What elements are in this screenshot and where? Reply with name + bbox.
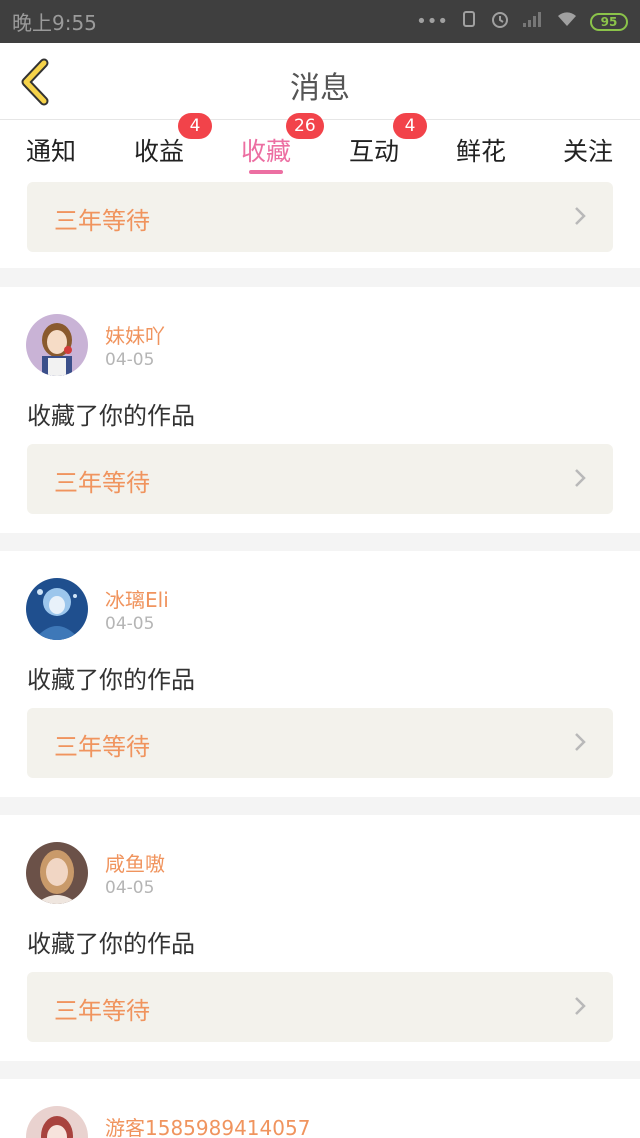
- status-time: 晚上9:55: [12, 11, 97, 35]
- active-tab-indicator: [249, 170, 283, 174]
- work-link[interactable]: 三年等待: [27, 972, 613, 1042]
- earnings-badge: 4: [178, 113, 212, 139]
- action-text: 收藏了你的作品: [27, 666, 195, 694]
- chevron-right-icon: [575, 207, 586, 225]
- tab-interaction[interactable]: 互动: [349, 132, 399, 168]
- avatar[interactable]: [26, 578, 88, 640]
- list-item: 妹妹吖 04-05 收藏了你的作品 三年等待: [0, 287, 640, 533]
- date-label: 04-05: [105, 614, 155, 634]
- work-link[interactable]: 三年等待: [27, 708, 613, 778]
- wifi-icon: [556, 10, 578, 33]
- action-text: 收藏了你的作品: [27, 402, 195, 430]
- work-link[interactable]: 三年等待: [27, 182, 613, 252]
- avatar[interactable]: [26, 1106, 88, 1138]
- notification-list[interactable]: 三年等待 妹妹吖 04-05 收藏了你的作品 三年等待 冰璃Eli 04-05 …: [0, 178, 640, 1138]
- status-bar: 晚上9:55 ••• 95: [0, 0, 640, 43]
- work-link[interactable]: 三年等待: [27, 444, 613, 514]
- chevron-right-icon: [575, 733, 586, 751]
- interaction-badge: 4: [393, 113, 427, 139]
- tab-bar: 通知 收益 4 收藏 26 互动 4 鲜花 关注: [0, 113, 640, 178]
- list-item: 咸鱼嗷 04-05 收藏了你的作品 三年等待: [0, 815, 640, 1061]
- tab-flowers[interactable]: 鲜花: [456, 132, 506, 168]
- favorites-badge: 26: [286, 113, 324, 139]
- tab-notice[interactable]: 通知: [26, 132, 76, 168]
- tab-favorites[interactable]: 收藏: [241, 132, 291, 168]
- work-title: 三年等待: [54, 733, 150, 761]
- list-item: 游客1585989414057: [0, 1079, 640, 1138]
- list-item: 三年等待: [0, 178, 640, 268]
- battery-icon: 95: [590, 12, 628, 31]
- more-dots-icon: •••: [416, 11, 448, 32]
- work-title: 三年等待: [54, 469, 150, 497]
- action-text: 收藏了你的作品: [27, 930, 195, 958]
- chevron-right-icon: [575, 997, 586, 1015]
- username[interactable]: 游客1585989414057: [105, 1112, 310, 1138]
- page-title: 消息: [290, 71, 350, 106]
- signal-icon: [522, 10, 544, 33]
- tab-earnings[interactable]: 收益: [134, 132, 184, 168]
- tab-follow[interactable]: 关注: [563, 132, 613, 168]
- list-item: 冰璃Eli 04-05 收藏了你的作品 三年等待: [0, 551, 640, 797]
- work-title: 三年等待: [54, 207, 150, 235]
- username[interactable]: 妹妹吖: [105, 320, 165, 349]
- work-title: 三年等待: [54, 997, 150, 1025]
- alarm-icon: [490, 9, 510, 34]
- username[interactable]: 咸鱼嗷: [105, 848, 165, 877]
- app-header: 消息: [0, 43, 640, 120]
- username[interactable]: 冰璃Eli: [105, 584, 169, 613]
- avatar[interactable]: [26, 842, 88, 904]
- status-icons: ••• 95: [416, 9, 628, 34]
- date-label: 04-05: [105, 878, 155, 898]
- chevron-right-icon: [575, 469, 586, 487]
- date-label: 04-05: [105, 350, 155, 370]
- screen-rotate-icon: [460, 10, 478, 33]
- avatar[interactable]: [26, 314, 88, 376]
